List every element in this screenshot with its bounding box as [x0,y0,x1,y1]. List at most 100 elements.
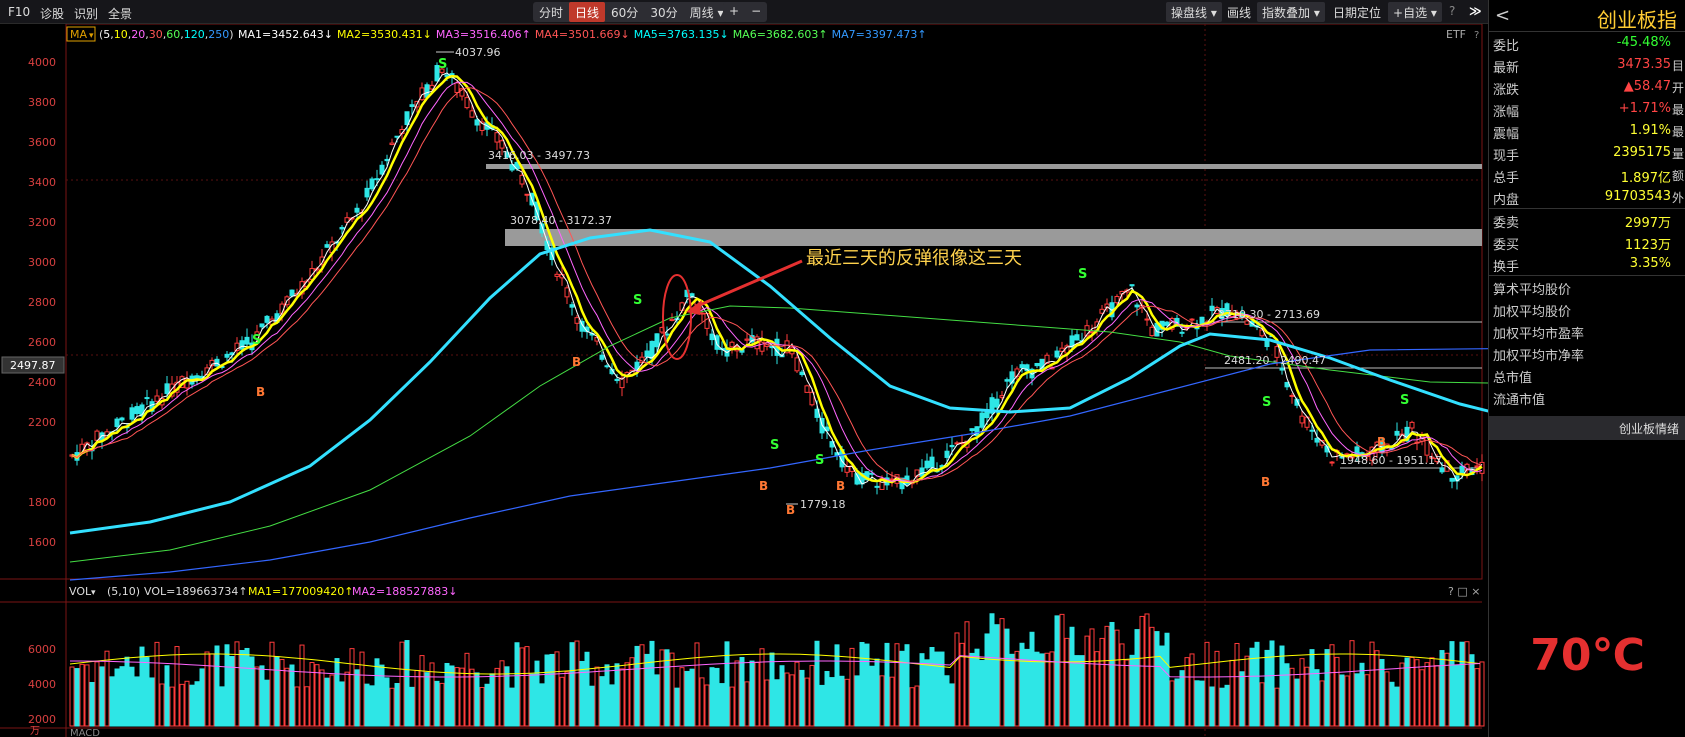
candle-body [1074,334,1080,341]
watchlist-button[interactable]: +自选 ▾ [1388,2,1442,22]
ma-values: MA1=3452.643↓ MA2=3530.431↓ MA3=3516.406↑ M… [238,28,927,41]
volume-bar [1389,681,1395,727]
draw-line-button[interactable]: 画线 [1222,2,1256,22]
quote-label: 涨跌 [1493,83,1520,98]
order-label: 委买 [1493,238,1520,253]
volume-bar [294,686,300,727]
ma-value: MA3=3516.406↑ [436,28,531,41]
trading-line-button[interactable]: 操盘线 ▾ [1166,2,1222,22]
volume-value: VOL=189663734↑ [144,585,248,598]
volume-bar [354,669,360,727]
volume-bar [339,681,345,727]
panorama-link[interactable]: 全景 [108,5,132,22]
date-locate-button[interactable]: 日期定位 [1328,2,1386,22]
volume-tick: 2000 [28,713,56,726]
volume-bar [1149,626,1155,727]
volume-bar [434,680,440,727]
volume-bar [574,640,580,727]
candle-body [1409,421,1415,429]
volume-bar [1439,650,1445,727]
buy-signal: B [572,355,581,369]
volume-bar [1394,686,1400,727]
volume-bar [254,666,260,727]
zoom-controls: + − [723,2,768,22]
volume-bar [114,668,120,727]
volume-bar [629,657,635,727]
metric-link[interactable]: 总市值 [1489,364,1685,386]
low-label: 1779.18 [800,498,846,511]
volume-bar [884,642,890,727]
volume-bar [1174,678,1180,727]
volume-controls[interactable]: ? □ × [1448,585,1480,598]
volume-bar [874,658,880,727]
index-overlay-button[interactable]: 指数叠加 ▾ [1257,2,1325,22]
chart-area[interactable]: MA ▾ (5,10,20,30,60,120,250) MA1=3452.64… [0,23,1549,737]
volume-bar [1094,651,1100,727]
metric-link[interactable]: 加权平均市净率 [1489,342,1685,364]
volume-bar [839,675,845,727]
volume-bar [69,666,75,727]
ma-param: 60 [166,28,180,41]
f10-link[interactable]: F10 [8,5,30,19]
candle-body [354,207,360,213]
volume-bar [224,644,230,727]
metric-link[interactable]: 加权平均市盈率 [1489,320,1685,342]
panel-header: < 创业板指 [1489,0,1685,32]
band-upper-label: 3416.03 - 3497.73 [488,149,590,162]
identify-link[interactable]: 识别 [74,5,98,22]
back-icon[interactable]: < [1495,5,1510,26]
volume-bar [404,640,410,727]
volume-bar [529,673,535,727]
candle-body [239,340,245,350]
volume-tick: 6000 [28,643,56,656]
plus-icon: + [1393,6,1404,20]
diagnose-link[interactable]: 诊股 [40,5,64,22]
volume-bar [484,683,490,727]
candle-body [1034,363,1040,367]
volume-bar [744,681,750,727]
ma-value: MA1=3452.643↓ [238,28,333,41]
volume-bar [954,632,960,727]
volume-bar [1054,615,1060,727]
volume-bar [1324,649,1330,727]
metric-link[interactable]: 流通市值 [1489,386,1685,408]
tab-intraday[interactable]: 分时 [533,2,569,22]
volume-bar [1274,687,1280,727]
tab-30min[interactable]: 30分 [644,2,683,22]
volume-bar [604,664,610,727]
volume-label[interactable]: VOL [69,585,92,598]
volume-bar [1459,641,1465,727]
quote-value: 3473.35 [1617,57,1671,72]
volume-bar [1454,664,1460,727]
sentiment-tab[interactable]: 创业板情绪 [1489,416,1685,440]
volume-bar [769,652,775,727]
sell-signal: S [1262,395,1271,410]
tab-60min[interactable]: 60分 [605,2,644,22]
volume-bar [614,663,620,727]
chevron-down-icon: ▾ [1313,6,1320,20]
volume-bar [729,686,735,727]
metric-link[interactable]: 加权平均股价 [1489,298,1685,320]
price-tick: 2200 [28,416,56,429]
help-icon[interactable]: ? [1474,30,1479,41]
candle-body [1164,321,1170,326]
buy-signal: B [836,479,845,493]
order-row: 换手 3.35% [1489,253,1685,275]
candle-body [599,354,605,360]
collapse-icon[interactable]: ≫ [1464,2,1487,22]
etf-label[interactable]: ETF [1446,28,1466,41]
zoom-out-button[interactable]: − [745,2,767,22]
volume-bar [409,686,415,727]
candle-body [409,104,415,107]
metric-link[interactable]: 算术平均股价 [1489,276,1685,298]
kline-chart[interactable]: MA ▾ (5,10,20,30,60,120,250) MA1=3452.64… [0,23,1549,737]
tab-daily[interactable]: 日线 [569,2,606,22]
zoom-in-button[interactable]: + [723,2,745,22]
volume-bar [1349,640,1355,727]
quote-edge: 外 [1671,191,1684,205]
quote-label: 最新 [1493,61,1520,76]
help-icon[interactable]: ? [1444,2,1460,22]
volume-bar [379,664,385,727]
volume-bar [1469,654,1475,727]
chevron-down-icon: ▾ [91,588,96,598]
